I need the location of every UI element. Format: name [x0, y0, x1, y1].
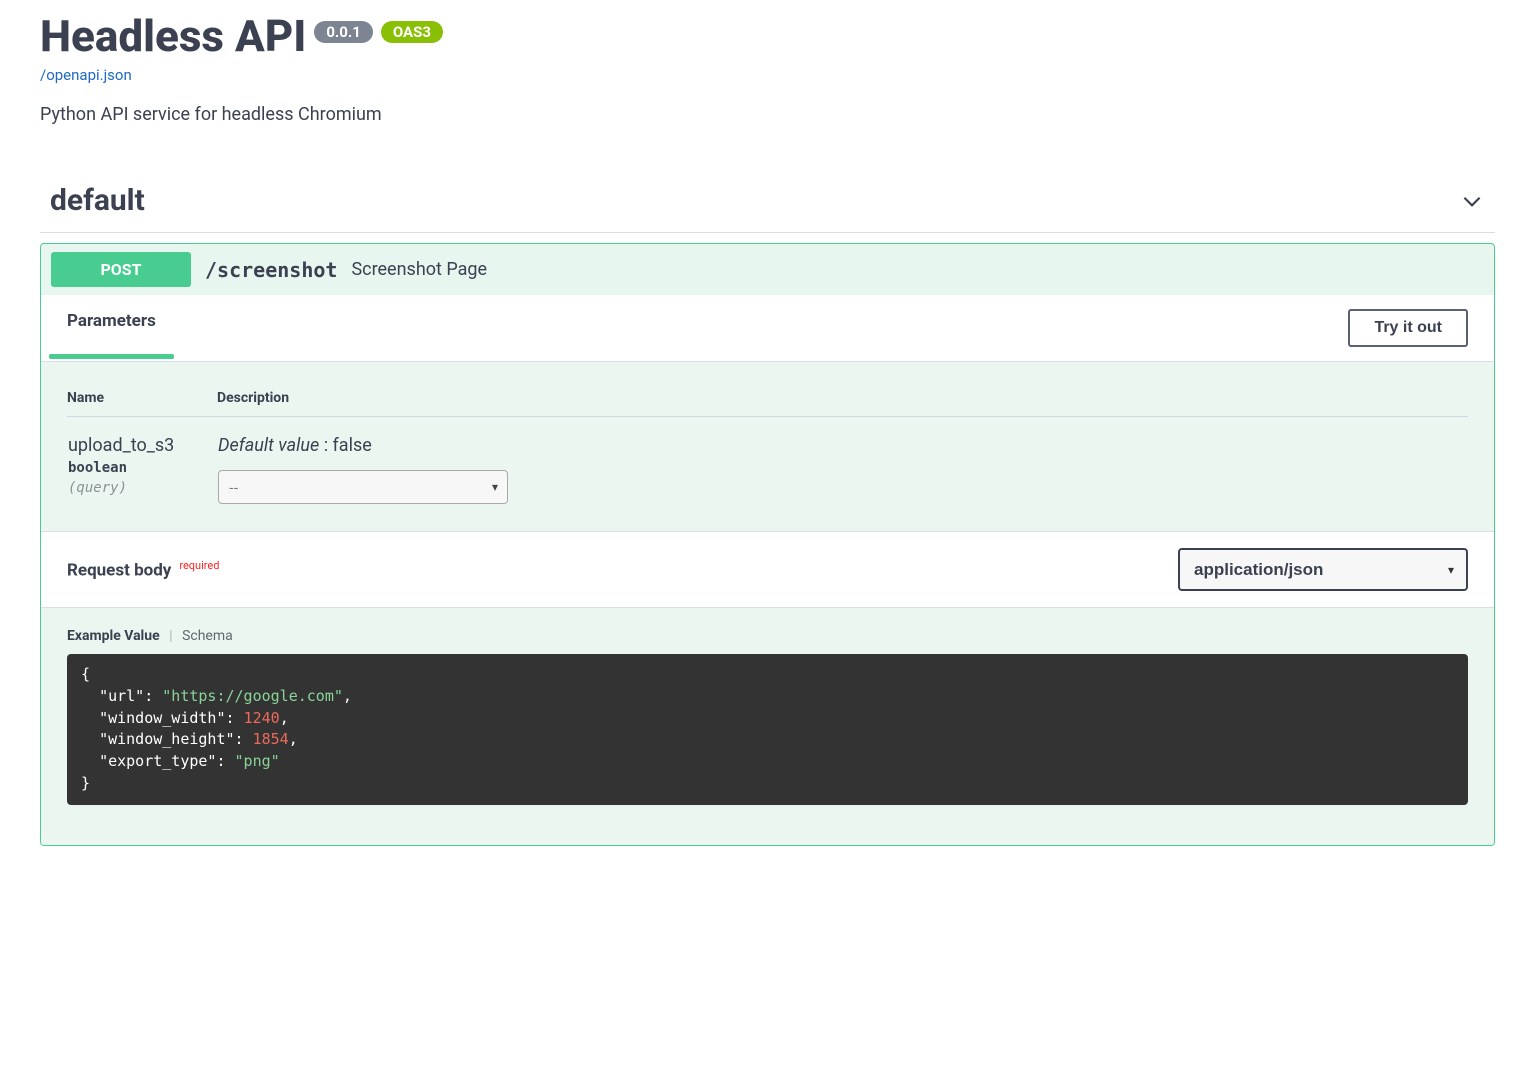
parameters-table: Name Description upload_to_s3 boolean (q… — [67, 380, 1468, 505]
tag-name: default — [50, 183, 145, 218]
api-description: Python API service for headless Chromium — [40, 104, 1495, 125]
tab-schema[interactable]: Schema — [182, 628, 233, 644]
operation-path: /screenshot — [205, 258, 337, 282]
content-type-select[interactable]: application/json — [1178, 548, 1468, 591]
operation-summary[interactable]: POST /screenshot Screenshot Page — [41, 244, 1494, 295]
parameters-bar: Parameters Try it out — [41, 295, 1494, 362]
request-body-label: Request body — [67, 560, 171, 580]
spec-link[interactable]: /openapi.json — [40, 66, 1495, 84]
chevron-down-icon — [1459, 188, 1485, 214]
param-in: (query) — [68, 480, 216, 496]
version-badge: 0.0.1 — [314, 21, 373, 43]
try-it-out-button[interactable]: Try it out — [1348, 309, 1468, 347]
oas-badge: OAS3 — [381, 21, 443, 43]
required-badge: required — [179, 559, 219, 572]
body-tabs: Example Value | Schema — [67, 628, 1468, 644]
operation-block: POST /screenshot Screenshot Page Paramet… — [40, 243, 1495, 846]
tab-parameters[interactable]: Parameters — [67, 311, 156, 345]
param-type: boolean — [68, 460, 216, 476]
tab-example-value[interactable]: Example Value — [67, 628, 160, 644]
parameters-area: Name Description upload_to_s3 boolean (q… — [41, 362, 1494, 531]
param-value-select[interactable]: -- — [218, 470, 508, 504]
operation-summary-text: Screenshot Page — [351, 259, 487, 280]
tag-section-default[interactable]: default — [40, 165, 1495, 233]
table-row: upload_to_s3 boolean (query) Default val… — [67, 417, 1468, 506]
api-title: Headless API — [40, 10, 306, 62]
col-name: Name — [67, 380, 217, 417]
col-description: Description — [217, 380, 1468, 417]
param-default-label: Default value — [218, 435, 319, 456]
http-method-badge: POST — [51, 252, 191, 287]
request-body-area: Example Value | Schema { "url": "https:/… — [41, 608, 1494, 845]
api-header: Headless API 0.0.1 OAS3 — [40, 10, 1495, 62]
request-body-bar: Request body required application/json ▾ — [41, 531, 1494, 608]
param-default-value: false — [333, 435, 372, 456]
param-default: Default value : false — [218, 435, 1467, 456]
param-name: upload_to_s3 — [68, 435, 216, 456]
example-code: { "url": "https://google.com", "window_w… — [67, 654, 1468, 805]
